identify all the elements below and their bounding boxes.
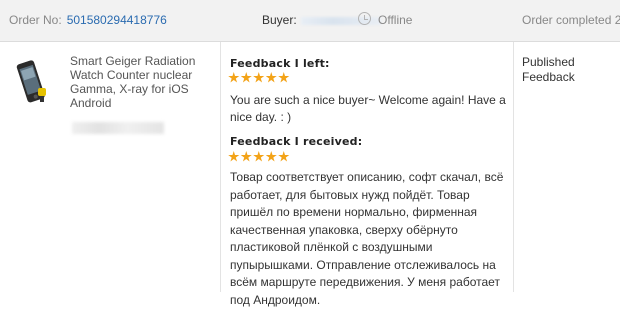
star-icon: [253, 151, 265, 162]
star-icon: [265, 72, 277, 83]
column-divider: [220, 42, 221, 292]
feedback-left-text: You are such a nice buyer~ Welcome again…: [230, 93, 506, 124]
feedback-received-text: Товар соответствует описанию, софт скача…: [230, 170, 504, 307]
star-icon: [228, 72, 240, 83]
order-header: Order No: 501580294418776 Buyer: Offline …: [0, 0, 620, 42]
feedback-received-rating: [228, 151, 290, 165]
order-number-group: Order No: 501580294418776: [9, 13, 167, 27]
column-divider: [513, 42, 514, 292]
feedback-left-rating: [228, 72, 290, 86]
star-icon: [240, 72, 252, 83]
feedback-status: Published Feedback: [522, 55, 575, 85]
status-line-published: Published: [522, 55, 575, 69]
buyer-label: Buyer:: [262, 13, 297, 27]
order-label: Order No:: [9, 13, 62, 27]
star-icon: [240, 151, 252, 162]
phone-geiger-image[interactable]: [16, 58, 48, 106]
product-sku-redacted: [72, 122, 164, 134]
star-icon: [265, 151, 277, 162]
buyer-online-status: Offline: [378, 13, 413, 27]
status-line-feedback: Feedback: [522, 70, 575, 84]
star-icon: [228, 151, 240, 162]
star-icon: [253, 72, 265, 83]
star-icon: [278, 151, 290, 162]
feedback-left-heading: Feedback I left:: [230, 57, 330, 70]
order-status: Order completed 2: [522, 13, 620, 27]
star-icon: [278, 72, 290, 83]
clock-icon: [358, 12, 371, 25]
order-number-link[interactable]: 501580294418776: [67, 13, 167, 27]
feedback-received-heading: Feedback I received:: [230, 135, 363, 148]
product-title-link[interactable]: Smart Geiger Radiation Watch Counter nuc…: [70, 54, 210, 110]
